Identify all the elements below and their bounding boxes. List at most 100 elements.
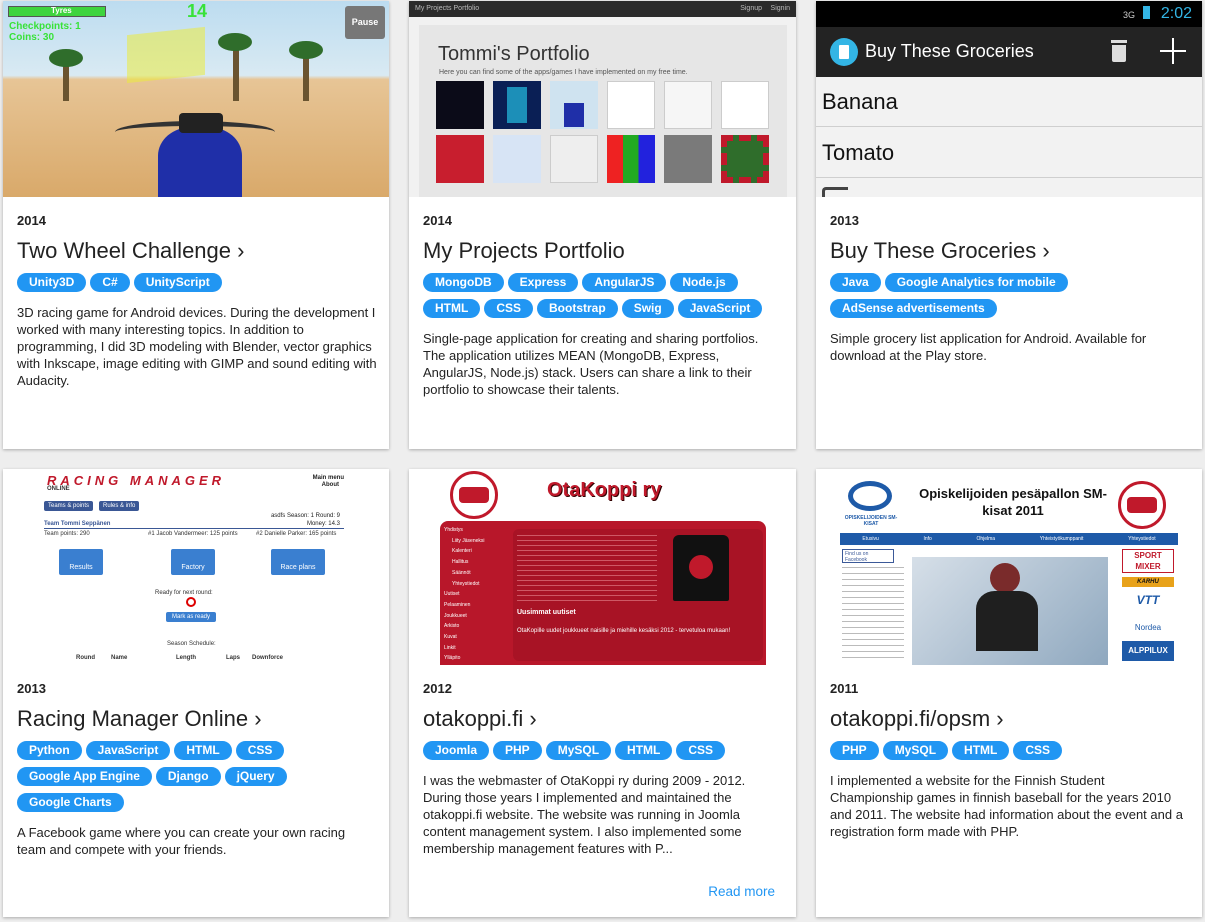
project-title-link[interactable]: otakoppi.fi/opsm › bbox=[830, 706, 1004, 732]
otakoppi-menu-item[interactable]: Yhdistys bbox=[444, 525, 508, 536]
project-description: Single-page application for creating and… bbox=[423, 331, 759, 397]
sponsor-logo[interactable]: VTT bbox=[1122, 593, 1174, 611]
tag-chip[interactable]: Node.js bbox=[670, 273, 738, 292]
tag-chip[interactable]: HTML bbox=[952, 741, 1010, 760]
motorbike-body bbox=[158, 127, 242, 197]
partial-list-item bbox=[822, 187, 848, 197]
otakoppi-logo bbox=[1118, 481, 1166, 529]
otakoppi-menu-item[interactable]: Liity Jäseneksi bbox=[444, 536, 508, 547]
grocery-item[interactable]: Tomato bbox=[816, 128, 1202, 178]
tag-chip[interactable]: Joomla bbox=[423, 741, 490, 760]
rm-ready-button[interactable]: Mark as ready bbox=[166, 612, 217, 622]
project-year: 2014 bbox=[17, 213, 46, 228]
motorbike-dash bbox=[179, 113, 223, 133]
otakoppi-menu-item[interactable]: Uutiset bbox=[444, 589, 508, 600]
tag-chip[interactable]: Google Charts bbox=[17, 793, 124, 812]
tag-chip[interactable]: JavaScript bbox=[677, 299, 763, 318]
otakoppi-menu-item[interactable]: Kalenteri bbox=[444, 546, 508, 557]
otakoppi-menu-item[interactable]: Yhteystiedot bbox=[444, 579, 508, 590]
project-year: 2013 bbox=[830, 213, 859, 228]
pause-button[interactable]: Pause bbox=[345, 6, 385, 39]
tag-chip[interactable]: jQuery bbox=[224, 767, 287, 786]
tag-chip[interactable]: Django bbox=[155, 767, 221, 786]
tag-chip[interactable]: MongoDB bbox=[423, 273, 504, 292]
tag-chip[interactable]: Unity3D bbox=[17, 273, 87, 292]
otakoppi-menu-item[interactable]: Kuvat bbox=[444, 632, 508, 643]
otakoppi-menu-item[interactable]: Ylläpito bbox=[444, 653, 508, 664]
tag-chip[interactable]: Python bbox=[17, 741, 82, 760]
project-title-link[interactable]: Two Wheel Challenge › bbox=[17, 238, 244, 264]
read-more-link[interactable]: Read more bbox=[708, 884, 775, 899]
rm-teams-button[interactable]: Teams & points bbox=[44, 501, 94, 511]
tag-chip[interactable]: Swig bbox=[621, 299, 674, 318]
thumb-tile bbox=[493, 81, 541, 129]
rm-menu-main[interactable]: Main menu bbox=[313, 475, 344, 481]
tag-chip[interactable]: CSS bbox=[1013, 741, 1063, 760]
opsm-nav-item[interactable]: Info bbox=[923, 533, 931, 545]
project-thumbnail-groceries[interactable]: 3G 2:02 Buy These Groceries Banana Tomat… bbox=[816, 1, 1202, 197]
tag-chip[interactable]: Express bbox=[507, 273, 579, 292]
tag-chip[interactable]: MySQL bbox=[545, 741, 612, 760]
opsm-logo bbox=[848, 481, 892, 511]
sponsor-logo[interactable]: Nordea bbox=[1122, 623, 1174, 635]
tag-chip[interactable]: Bootstrap bbox=[537, 299, 618, 318]
project-description: I was the webmaster of OtaKoppi ry durin… bbox=[423, 773, 746, 856]
project-thumbnail-racing-manager[interactable]: RACING MANAGER ONLINE Main menu About Te… bbox=[3, 469, 389, 665]
rm-menu-about[interactable]: About bbox=[322, 482, 339, 488]
opsm-nav-item[interactable]: Ohjelma bbox=[976, 533, 995, 545]
sponsor-logo[interactable]: SPORT MIXER bbox=[1122, 549, 1174, 573]
tag-chip[interactable]: HTML bbox=[174, 741, 232, 760]
tag-chip[interactable]: Google Analytics for mobile bbox=[884, 273, 1068, 292]
rm-raceplans-button[interactable]: Race plans bbox=[271, 549, 325, 575]
otakoppi-menu-item[interactable]: Hallitus bbox=[444, 557, 508, 568]
tag-chip[interactable]: PHP bbox=[830, 741, 879, 760]
otakoppi-menu-item[interactable]: Linkit bbox=[444, 643, 508, 654]
opsm-nav-item[interactable]: Yhteystiedot bbox=[1128, 533, 1156, 545]
tag-chip[interactable]: HTML bbox=[615, 741, 673, 760]
project-thumbnail-opsm[interactable]: OPISKELIJOIDEN SM-KISAT Opiskelijoiden p… bbox=[816, 469, 1202, 665]
project-title-link[interactable]: otakoppi.fi › bbox=[423, 706, 537, 732]
opsm-nav-item[interactable]: Etusivu bbox=[862, 533, 878, 545]
tag-chip[interactable]: UnityScript bbox=[133, 273, 222, 292]
project-description: I implemented a website for the Finnish … bbox=[830, 773, 1183, 839]
otakoppi-menu-item[interactable]: Säännöt bbox=[444, 568, 508, 579]
otakoppi-news-headline[interactable]: OtaKopille uudet joukkueet naisille ja m… bbox=[517, 627, 757, 635]
add-icon[interactable] bbox=[1160, 38, 1186, 64]
otakoppi-menu-item[interactable]: Arkisto bbox=[444, 621, 508, 632]
project-thumbnail-otakoppi[interactable]: OtaKoppi ry Yhdistys Liity Jäseneksi Kal… bbox=[409, 469, 796, 665]
tag-chip[interactable]: AngularJS bbox=[582, 273, 667, 292]
project-year: 2014 bbox=[423, 213, 452, 228]
otakoppi-menu-item[interactable]: Pelaaminen bbox=[444, 600, 508, 611]
tyres-bar: Tyres bbox=[8, 6, 106, 17]
opsm-nav-item[interactable]: Yhteistyökumppanit bbox=[1040, 533, 1084, 545]
project-thumbnail-game[interactable]: Tyres Checkpoints: 1 Coins: 30 14 Pause bbox=[3, 1, 389, 197]
tag-chip[interactable]: C# bbox=[90, 273, 130, 292]
thumb-tile bbox=[550, 81, 598, 129]
tag-chip[interactable]: MySQL bbox=[882, 741, 949, 760]
otakoppi-menu-item[interactable]: Joukkueet bbox=[444, 611, 508, 622]
rm-factory-button[interactable]: Factory bbox=[171, 549, 215, 575]
sponsor-logo[interactable]: KARHU bbox=[1122, 577, 1174, 587]
tag-chip[interactable]: JavaScript bbox=[85, 741, 171, 760]
facebook-link[interactable]: Find us on Facebook bbox=[842, 549, 894, 563]
rm-rules-button[interactable]: Rules & info bbox=[99, 501, 140, 511]
project-title-link[interactable]: My Projects Portfolio bbox=[423, 238, 625, 264]
project-title-link[interactable]: Buy These Groceries › bbox=[830, 238, 1050, 264]
trash-icon[interactable] bbox=[1111, 40, 1127, 62]
tag-chip[interactable]: PHP bbox=[493, 741, 542, 760]
rm-season-info: asdfs Season: 1 Round: 9 bbox=[270, 513, 340, 519]
tag-chip[interactable]: CSS bbox=[484, 299, 534, 318]
grocery-item[interactable]: Banana bbox=[816, 77, 1202, 127]
tag-chip[interactable]: AdSense advertisements bbox=[830, 299, 997, 318]
project-description: Simple grocery list application for Andr… bbox=[830, 331, 1147, 363]
project-thumbnail-portfolio[interactable]: My Projects Portfolio Signup Signin Tomm… bbox=[409, 1, 796, 197]
tag-chip[interactable]: CSS bbox=[676, 741, 726, 760]
tag-chip[interactable]: Java bbox=[830, 273, 881, 292]
tag-chip[interactable]: HTML bbox=[423, 299, 481, 318]
tag-chip[interactable]: CSS bbox=[235, 741, 285, 760]
rm-logo-sub: ONLINE bbox=[47, 486, 70, 492]
rm-results-button[interactable]: Results bbox=[59, 549, 103, 575]
tag-chip[interactable]: Google App Engine bbox=[17, 767, 152, 786]
sponsor-logo[interactable]: ALPPILUX bbox=[1122, 641, 1174, 661]
project-title-link[interactable]: Racing Manager Online › bbox=[17, 706, 262, 732]
